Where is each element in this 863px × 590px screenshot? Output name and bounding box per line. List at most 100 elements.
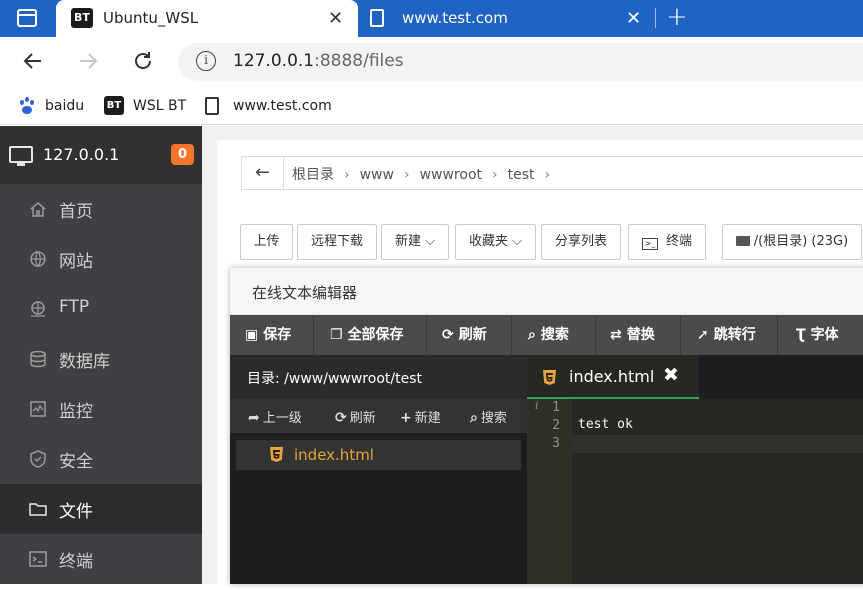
sidebar-item-database[interactable]: 数据库	[0, 334, 202, 384]
html5-icon	[270, 447, 283, 462]
save-button[interactable]: ▣ 保存	[230, 315, 314, 355]
bt-favicon-icon: BT	[71, 8, 93, 28]
line-number: 1	[552, 400, 560, 415]
file-tree-panel: 目录: /www/wwwroot/test ➦ 上一级 ⟳ 刷新 + 新建 ⌕ 搜索 i…	[230, 355, 527, 584]
tab-close-icon[interactable]: ✕	[626, 10, 641, 28]
notification-badge[interactable]: 0	[171, 144, 194, 165]
tab-ubuntu-wsl[interactable]: BT Ubuntu_WSL ✕	[56, 0, 358, 37]
replace-button[interactable]: ⇄ 替换	[596, 315, 681, 355]
database-icon	[30, 350, 46, 368]
monitor-icon	[9, 146, 33, 166]
sidebar: 127.0.0.1 0 首页 网站 FTP 数据库 监控 安全 文件 终端	[0, 126, 202, 584]
line-gutter: i 1 2 3	[527, 399, 572, 584]
terminal-icon	[29, 551, 47, 567]
line-number: 3	[552, 436, 560, 451]
file-tree-toolbar: ➦ 上一级 ⟳ 刷新 + 新建 ⌕ 搜索	[230, 399, 527, 433]
site-info-icon[interactable]: i	[196, 51, 216, 71]
tree-search-button[interactable]: ⌕ 搜索	[470, 407, 507, 426]
sidebar-item-terminal[interactable]: 终端	[0, 534, 202, 584]
crumb-test[interactable]: test	[508, 167, 535, 183]
code-line-2: test ok	[578, 417, 633, 432]
server-header: 127.0.0.1 0	[0, 126, 202, 184]
sidebar-item-home[interactable]: 首页	[0, 184, 202, 234]
up-arrow-icon: ➦	[248, 410, 260, 426]
html5-icon	[543, 370, 556, 385]
shield-icon	[30, 450, 46, 468]
tab-test-com[interactable]: www.test.com ✕	[358, 0, 658, 37]
back-arrow-icon[interactable]	[21, 49, 45, 77]
plus-icon: +	[400, 410, 412, 426]
breadcrumb-path: 根目录 › www › wwwroot › test ›	[292, 167, 551, 183]
terminal-button[interactable]: >_ 终端	[628, 224, 706, 260]
home-icon	[30, 202, 46, 217]
sidebar-item-monitor[interactable]: 监控	[0, 384, 202, 434]
server-host: 127.0.0.1	[43, 145, 120, 164]
breadcrumb-back-button[interactable]: ←	[242, 157, 284, 189]
refresh-icon: ⟳	[442, 327, 454, 343]
disk-button[interactable]: /(根目录) (23G)	[722, 224, 862, 260]
goto-line-icon: ➚	[697, 327, 709, 343]
crumb-root[interactable]: 根目录	[292, 167, 334, 183]
search-icon: ⌕	[470, 410, 478, 426]
sidebar-item-files[interactable]: 文件	[0, 484, 202, 534]
disk-icon	[735, 236, 750, 246]
sidebar-item-ftp[interactable]: FTP	[0, 284, 202, 334]
tab-close-icon[interactable]: ✕	[328, 10, 343, 28]
search-button[interactable]: ⌕ 搜索	[512, 315, 596, 355]
breadcrumb: ← 根目录 › www › wwwroot › test ›	[241, 156, 863, 190]
share-list-button[interactable]: 分享列表	[541, 224, 621, 260]
upload-button[interactable]: 上传	[240, 224, 293, 260]
remote-download-button[interactable]: 远程下载	[297, 224, 377, 260]
bookmarks-bar: baidu BT WSL BT www.test.com	[0, 87, 863, 125]
save-all-icon: ❐	[330, 327, 343, 343]
refresh-button[interactable]: ⟳ 刷新	[427, 315, 512, 355]
parent-dir-button[interactable]: ➦ 上一级	[248, 407, 302, 426]
tree-refresh-button[interactable]: ⟳ 刷新	[335, 407, 376, 426]
baidu-paw-icon	[18, 97, 36, 115]
tab-title: Ubuntu_WSL	[103, 9, 199, 27]
save-icon: ▣	[245, 327, 259, 343]
code-editor[interactable]: test ok	[572, 399, 863, 584]
favorites-dropdown-button[interactable]: 收藏夹 ⌵	[455, 224, 536, 260]
bt-icon: BT	[104, 96, 124, 115]
file-item-index-html[interactable]: index.html	[236, 440, 521, 470]
info-marker-icon: i	[535, 399, 539, 412]
refresh-icon[interactable]	[131, 49, 155, 77]
directory-label-bar: 目录: /www/wwwroot/test	[230, 355, 527, 399]
new-tab-button[interactable]: +	[666, 4, 688, 30]
editor-toolbar: ▣ 保存 ❐ 全部保存 ⟳ 刷新 ⌕ 搜索 ⇄ 替换 ➚ 跳转行 Ʈ 字体	[230, 315, 863, 355]
editor-title-bar: 在线文本编辑器	[230, 268, 863, 315]
tab-actions-icon[interactable]	[17, 9, 37, 27]
globe-icon	[30, 251, 46, 267]
editor-tab-index-html[interactable]: index.html ✖	[527, 355, 699, 399]
tree-new-button[interactable]: + 新建	[400, 407, 441, 426]
online-text-editor: 在线文本编辑器 ▣ 保存 ❐ 全部保存 ⟳ 刷新 ⌕ 搜索 ⇄ 替换 ➚ 跳转行 Ʈ 字体 目…	[230, 268, 863, 584]
font-icon: Ʈ	[796, 327, 806, 343]
address-bar[interactable]: i 127.0.0.1:8888/files	[178, 43, 863, 81]
font-button[interactable]: Ʈ 字体	[778, 315, 863, 355]
page-icon	[370, 9, 384, 27]
replace-icon: ⇄	[610, 327, 622, 343]
close-icon[interactable]: ✖	[663, 364, 679, 386]
active-line-highlight	[572, 435, 863, 453]
forward-arrow-icon[interactable]	[76, 49, 100, 77]
search-icon: ⌕	[528, 327, 536, 343]
navigation-bar: i 127.0.0.1:8888/files	[0, 37, 863, 87]
goto-line-button[interactable]: ➚ 跳转行	[681, 315, 778, 355]
crumb-wwwroot[interactable]: wwwroot	[420, 167, 482, 183]
tab-title: www.test.com	[402, 9, 508, 27]
refresh-icon: ⟳	[335, 410, 347, 426]
chevron-down-icon: ⌵	[421, 234, 435, 249]
editor-tab-bar: index.html ✖	[527, 355, 863, 399]
sidebar-item-security[interactable]: 安全	[0, 434, 202, 484]
save-all-button[interactable]: ❐ 全部保存	[314, 315, 427, 355]
chevron-down-icon: ⌵	[508, 234, 522, 249]
sidebar-item-website[interactable]: 网站	[0, 234, 202, 284]
page-icon	[205, 97, 219, 115]
directory-path: 目录: /www/wwwroot/test	[247, 371, 422, 387]
terminal-icon: >_	[641, 238, 658, 250]
editor-title: 在线文本编辑器	[252, 284, 358, 302]
line-number: 2	[552, 418, 560, 433]
crumb-www[interactable]: www	[360, 167, 394, 183]
new-dropdown-button[interactable]: 新建 ⌵	[381, 224, 449, 260]
